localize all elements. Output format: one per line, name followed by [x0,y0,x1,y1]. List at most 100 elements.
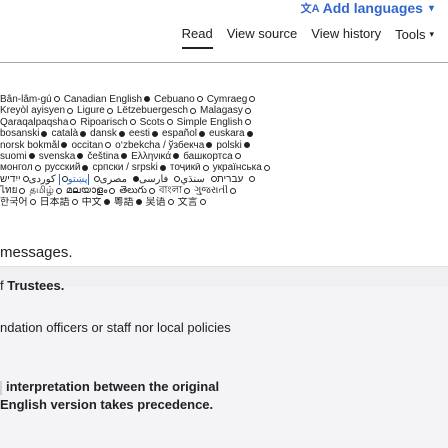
language-name: dansk [90,128,117,140]
language-name: Canadian English [63,94,143,105]
language-link[interactable]: català [51,128,87,139]
language-link[interactable]: 文言 [178,197,206,208]
language-link[interactable]: Canadian English [63,94,151,105]
language-name: Lëtzebuergesch [116,105,189,117]
badge-dot-icon [71,199,78,206]
language-link[interactable]: svenska [39,151,84,162]
language-name: čeština [87,151,120,163]
badge-dot-icon [34,164,41,171]
language-link[interactable]: سنڌي [172,174,205,185]
badge-dot-icon [234,153,241,160]
add-languages-button[interactable]: 文A Add languages ▾ [301,0,434,16]
language-name: norsk bokmål [0,139,60,151]
language-name: bosanski [0,128,40,140]
language-link[interactable]: 日本語 [40,197,78,208]
badge-dot-icon [244,119,251,126]
tab-view-source[interactable]: View source [227,26,298,49]
chevron-down-icon: ▾ [428,2,434,14]
language-name: 文言 [177,196,198,208]
language-name: 中文 [81,196,102,208]
language-link[interactable]: ગુજરાતી [194,185,236,196]
language-name: ייִדיש [0,173,21,185]
language-name: euskara [209,128,245,140]
language-link[interactable]: كوردی [21,174,56,185]
language-link[interactable]: polski [216,140,250,151]
language-link[interactable]: eesti [129,128,158,139]
badge-dot-icon [28,153,35,160]
badge-dot-icon [243,141,250,148]
staff-text: ndation officers or staff nor local poli… [0,320,231,335]
language-link[interactable]: Bân-lâm-gú [0,94,60,105]
language-link[interactable]: тоҷикӣ [170,162,209,173]
language-link[interactable]: پښتو [58,173,89,186]
language-link[interactable]: 吴语 [146,197,174,208]
language-link[interactable]: occitan [71,139,112,151]
language-link[interactable]: čeština [87,151,128,163]
language-link[interactable]: עברית [209,174,243,185]
badge-dot-icon [206,141,213,148]
language-link[interactable]: తెలుగు [119,185,155,196]
language-name: svenska [38,151,76,163]
language-name: Bân-lâm-gú [0,94,52,105]
language-name: தமிழ் [29,185,54,197]
language-row: bosanski català dansk eesti español euskara [0,128,448,139]
language-name: 한국어 [0,196,28,208]
language-link[interactable]: Cebuano [154,94,203,105]
language-link[interactable]: Ligure [77,105,113,116]
badge-dot-icon [151,130,158,137]
language-name: o‘zbekcha / ўзбекча [115,139,205,151]
badge-dot-icon [184,187,191,194]
language-link[interactable]: русский [45,162,89,173]
badge-dot-icon [82,164,89,171]
language-row: Qaraqalpaqsha Ripoarisch Scots Simple Engli… [0,117,448,128]
language-link[interactable]: 中文 [82,197,110,208]
language-link[interactable]: مصرى [92,174,127,185]
language-link[interactable]: Kreyòl ayisyen [0,105,74,116]
language-link[interactable]: српски / srpski [92,162,166,174]
language-link[interactable]: o‘zbekcha / ўзбекча [115,139,213,151]
language-link[interactable]: suomi [0,151,35,162]
language-link[interactable]: euskara [209,128,253,139]
language-row: norsk bokmål occitan o‘zbekcha / ўзбекча po… [0,140,448,151]
language-link[interactable]: Ελληνικά [131,151,180,162]
badge-dot-icon [148,187,155,194]
badge-dot-icon [67,107,74,114]
badge-dot-icon [199,130,205,137]
language-name: ไทย [0,185,18,197]
language-link[interactable]: فارسی [131,174,168,185]
language-row: Bân-lâm-gú Canadian English Cebuano Cymraeg [0,94,448,105]
language-link[interactable]: ไทย [0,185,26,197]
language-link[interactable]: Qaraqalpaqsha [0,117,77,128]
interpretation-text: interpretation between the original Engl… [0,378,219,414]
language-link[interactable]: Ripoarisch [80,117,136,128]
language-name: occitan [71,139,104,151]
language-name: Simple English [176,116,243,128]
badge-dot-icon [167,199,174,206]
language-link[interactable]: മലയാളം [66,185,116,196]
interp-line-2: English version takes precedence. [0,397,214,412]
language-link[interactable]: dansk [90,128,125,139]
tab-read[interactable]: Read [181,26,213,49]
language-link[interactable]: українська [213,162,270,173]
language-link[interactable]: 粵語 [114,197,142,208]
language-link[interactable]: башкортса [183,151,241,162]
language-link[interactable]: বাংলা [159,185,191,196]
tab-view-history[interactable]: View history [311,26,381,49]
language-name: српски / srpski [92,162,158,174]
language-link[interactable]: Malagasy [200,105,251,116]
language-link[interactable]: español [162,128,205,139]
language-link[interactable]: Lëtzebuergesch [116,105,197,117]
language-link[interactable]: தமிழ் [29,185,62,197]
language-name: español [161,128,197,140]
language-row: עברית سنڌي فارسی مصرى پښتو كوردی ייִדיש [0,173,448,186]
language-link[interactable]: Simple English [177,117,251,128]
language-link[interactable]: 한국어 [0,197,36,208]
language-link[interactable]: Scots [140,117,173,128]
badge-dot-icon [173,153,180,160]
language-link[interactable]: монгол [0,162,41,173]
language-link[interactable]: Cymraeg [207,94,256,105]
language-link[interactable]: norsk bokmål [0,139,68,151]
badge-dot-icon [199,199,206,206]
language-link[interactable]: bosanski [0,128,48,140]
tab-tools[interactable]: Tools ▾ [395,26,434,49]
